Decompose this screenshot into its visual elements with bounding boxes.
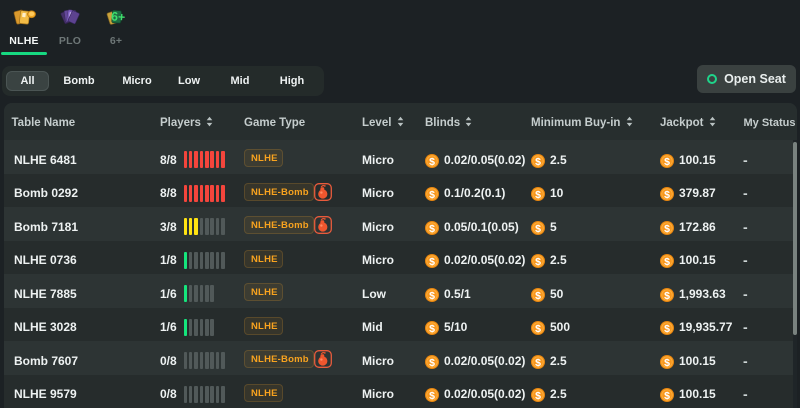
svg-text:$: $ [429,222,435,234]
svg-text:$: $ [535,255,541,267]
svg-text:$: $ [429,289,435,301]
svg-text:$: $ [429,255,435,267]
svg-text:$: $ [664,356,670,368]
svg-text:$: $ [535,322,541,334]
svg-text:$: $ [535,389,541,401]
svg-text:$: $ [535,188,541,200]
svg-text:$: $ [664,289,670,301]
svg-text:$: $ [664,322,670,334]
svg-text:$: $ [429,389,435,401]
svg-text:$: $ [664,155,670,167]
svg-text:$: $ [664,222,670,234]
svg-text:$: $ [535,356,541,368]
svg-text:$: $ [429,322,435,334]
svg-text:$: $ [535,222,541,234]
svg-text:$: $ [535,289,541,301]
svg-text:$: $ [429,188,435,200]
svg-text:$: $ [535,155,541,167]
svg-text:$: $ [664,389,670,401]
svg-text:$: $ [429,155,435,167]
svg-text:$: $ [664,188,670,200]
svg-text:$: $ [664,255,670,267]
svg-text:6+: 6+ [110,9,125,24]
svg-text:$: $ [429,356,435,368]
